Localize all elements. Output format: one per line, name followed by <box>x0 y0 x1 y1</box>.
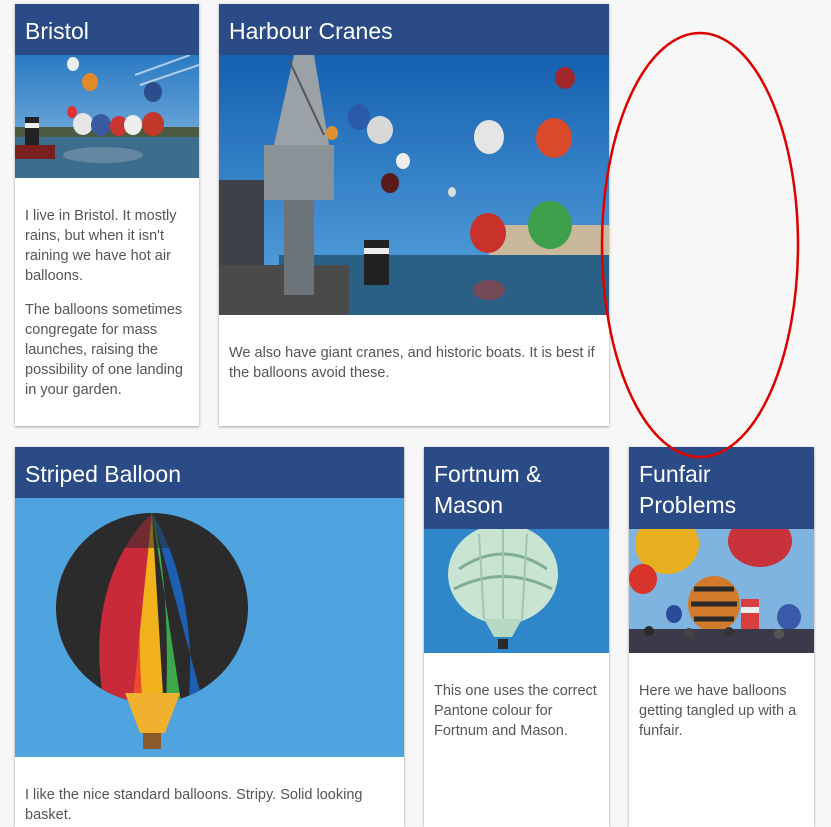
card-text: Here we have balloons getting tangled up… <box>639 683 797 739</box>
card-title: Bristol <box>15 4 199 55</box>
card-body: We also have giant cranes, and historic … <box>219 315 609 383</box>
card-body: I like the nice standard balloons. Strip… <box>15 757 404 825</box>
card-image <box>15 498 404 757</box>
card-text: The balloons sometimes congregate for ma… <box>25 302 183 398</box>
card-funfair-problems: Funfair Problems Here we have balloons g… <box>629 447 814 827</box>
card-text: We also have giant cranes, and historic … <box>229 345 595 381</box>
card-text: I live in Bristol. It mostly rains, but … <box>25 208 177 284</box>
card-image <box>15 55 199 178</box>
card-image <box>424 529 609 653</box>
card-title: Harbour Cranes <box>219 4 609 55</box>
annotation-ellipse <box>600 31 800 459</box>
card-image <box>219 55 609 315</box>
card-text: This one uses the correct Pantone colour… <box>434 683 597 739</box>
card-body: Here we have balloons getting tangled up… <box>629 653 814 741</box>
card-striped-balloon: Striped Balloon I like the nice standard… <box>15 447 404 827</box>
card-image <box>629 529 814 653</box>
card-bristol: Bristol I live in Bristol. It mostly rai… <box>15 4 199 426</box>
card-title: Funfair Problems <box>629 447 814 529</box>
card-text: I like the nice standard balloons. Strip… <box>25 787 363 823</box>
card-body: I live in Bristol. It mostly rains, but … <box>15 178 199 400</box>
card-title: Fortnum & Mason <box>424 447 609 529</box>
card-body: This one uses the correct Pantone colour… <box>424 653 609 741</box>
card-title: Striped Balloon <box>15 447 404 498</box>
card-fortnum-mason: Fortnum & Mason This one uses the correc… <box>424 447 609 827</box>
card-harbour-cranes: Harbour Cranes We also have giant cranes… <box>219 4 609 426</box>
